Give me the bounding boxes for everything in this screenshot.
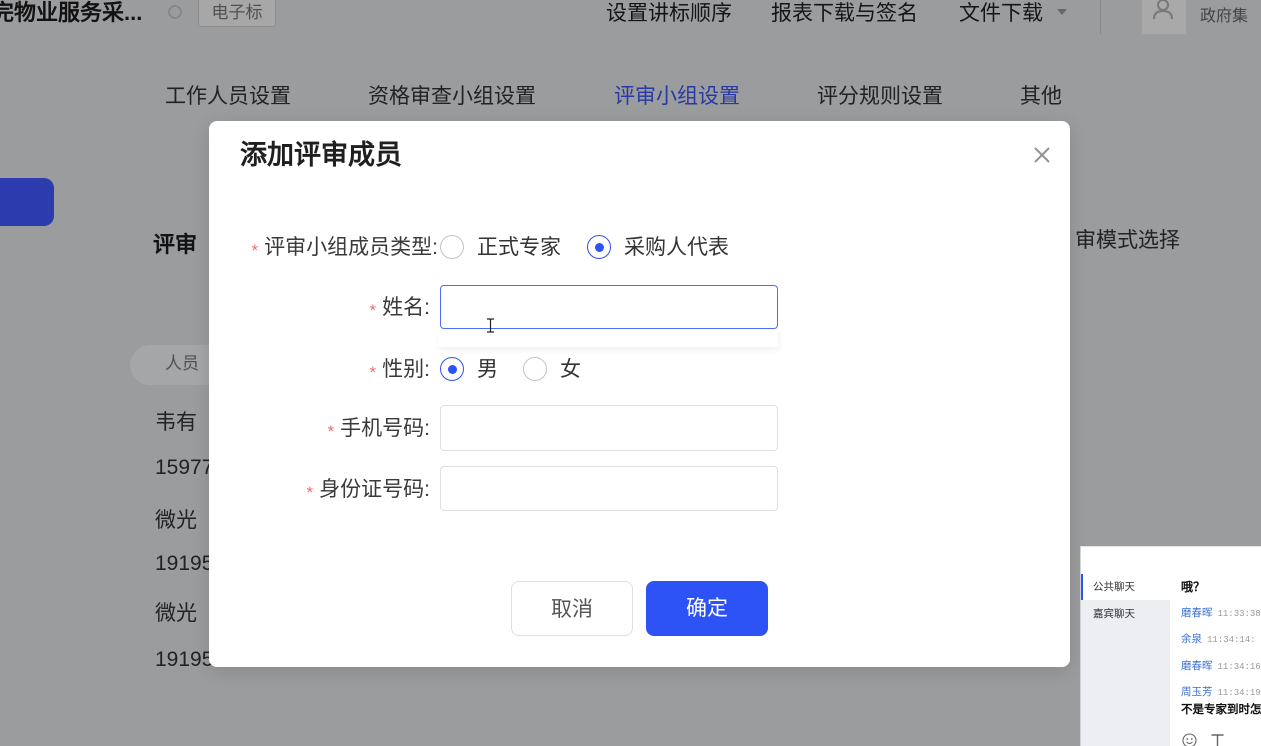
chat-sender: 余泉 — [1181, 633, 1202, 645]
name-label: * 姓名: — [209, 295, 430, 321]
required-mark: * — [251, 241, 259, 260]
chat-sender: 磨春晖 — [1181, 660, 1213, 672]
text-format-icon[interactable] — [1210, 733, 1225, 746]
chat-timestamp: 11:34:16 — [1217, 662, 1261, 672]
text-cursor-icon — [487, 318, 494, 333]
chat-message-header: 周玉芳 11:34:19 — [1181, 685, 1261, 700]
chat-timestamp: 11:33:38 — [1217, 609, 1261, 619]
gender-label: * 性别: — [209, 357, 430, 383]
screen: 完物业服务采... 电子标 设置讲标顺序 报表下载与签名 文件下载 政府集 工作… — [0, 0, 1261, 746]
close-icon[interactable] — [1032, 145, 1052, 165]
chat-timestamp: 11:34:14: — [1207, 635, 1256, 645]
required-mark: * — [369, 301, 377, 320]
radio-formal-expert-label[interactable]: 正式专家 — [477, 235, 561, 260]
chat-message-header: 磨春晖 11:34:16 — [1181, 659, 1261, 674]
chat-timestamp: 11:34:19 — [1217, 688, 1261, 698]
chat-tab-guest[interactable]: 嘉宾聊天 — [1081, 601, 1170, 627]
radio-purchaser-rep[interactable] — [587, 235, 611, 259]
phone-input[interactable] — [440, 405, 778, 451]
radio-male-label[interactable]: 男 — [477, 357, 498, 382]
chat-message-header: 余泉 11:34:14: — [1181, 632, 1256, 647]
chat-message-text: 哦？ — [1181, 580, 1206, 594]
member-type-label-text: 评审小组成员类型: — [264, 236, 438, 259]
radio-formal-expert[interactable] — [440, 235, 464, 259]
required-mark: * — [369, 363, 377, 382]
chat-message-text: 不是专家到时怎 — [1181, 704, 1261, 716]
confirm-button[interactable]: 确定 — [646, 581, 768, 636]
chat-panel: 公共聊天 嘉宾聊天 哦？ 磨春晖 11:33:38 余泉 11:34:14: 磨春晖… — [1080, 546, 1261, 746]
add-review-member-dialog: 添加评审成员 * 评审小组成员类型: 正式专家 采购人代表 * 姓名: * 性别: 男… — [209, 121, 1070, 667]
required-mark: * — [306, 483, 314, 502]
required-mark: * — [327, 422, 335, 441]
cancel-button[interactable]: 取消 — [511, 581, 633, 636]
chat-message-header: 磨春晖 11:33:38 — [1181, 606, 1261, 621]
smiley-icon[interactable] — [1182, 733, 1197, 746]
dialog-title: 添加评审成员 — [240, 140, 402, 170]
name-label-text: 姓名: — [382, 296, 430, 319]
radio-female[interactable] — [523, 357, 547, 381]
gender-label-text: 性别: — [382, 358, 430, 381]
phone-label-text: 手机号码: — [340, 417, 430, 440]
id-number-label: * 身份证号码: — [209, 477, 430, 503]
id-number-input[interactable] — [440, 466, 778, 511]
phone-label: * 手机号码: — [209, 416, 430, 442]
member-type-label: * 评审小组成员类型: — [209, 235, 438, 261]
chat-tab-public[interactable]: 公共聊天 — [1081, 574, 1170, 600]
radio-female-label[interactable]: 女 — [560, 357, 581, 382]
id-number-label-text: 身份证号码: — [319, 478, 430, 501]
radio-purchaser-rep-label[interactable]: 采购人代表 — [624, 235, 729, 260]
chat-sender: 磨春晖 — [1181, 607, 1213, 619]
radio-male[interactable] — [440, 357, 464, 381]
chat-sender: 周玉芳 — [1181, 686, 1213, 698]
